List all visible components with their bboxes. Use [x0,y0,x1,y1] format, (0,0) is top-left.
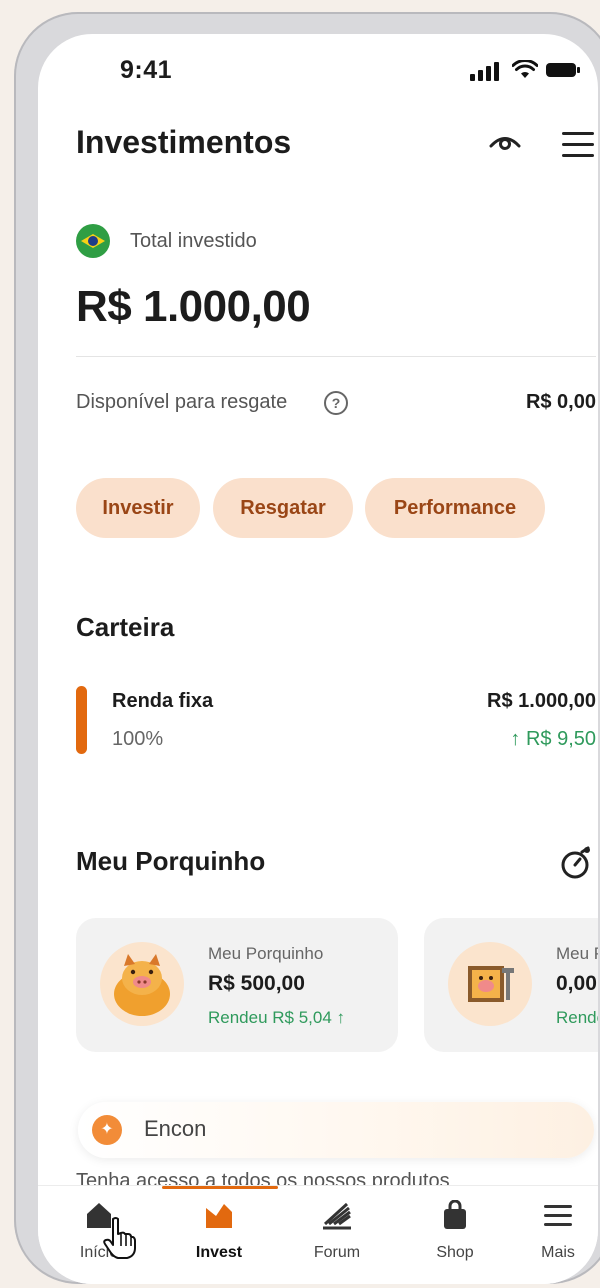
piggy-card-gain: Rende [556,1008,598,1027]
piggy-card-label: Meu Po [556,944,598,963]
app-screen: 9:41 Investimentos Total investido R$ 1.… [38,34,598,1284]
portfolio-title: Carteira [76,612,175,642]
help-icon[interactable]: ? [324,391,348,415]
portfolio-item-value: R$ 1.000,00 [487,690,596,712]
tab-more[interactable]: Mais [528,1200,588,1262]
performance-button[interactable]: Performance [365,478,545,538]
available-value: R$ 0,00 [525,391,596,413]
piggy-frame-icon [468,966,514,1002]
invest-button[interactable]: Investir [76,478,200,538]
brazil-flag-icon [76,224,110,258]
total-invested-label: Total investido [130,230,257,252]
phone-frame: 9:41 Investimentos Total investido R$ 1.… [14,12,600,1284]
assistant-search-bar[interactable]: Encon [78,1102,594,1158]
available-label: Disponível para resgate [76,391,288,413]
forum-icon [321,1200,353,1232]
redeem-button[interactable]: Resgatar [213,478,353,538]
pig-avatar [100,942,184,1026]
portfolio-item-percent: 100% [112,728,164,750]
shop-bag-icon [441,1199,469,1232]
allocation-bar [76,686,87,754]
piggy-avatar [448,942,532,1026]
piggy-card-value: R$ 500,00 [208,972,305,995]
tab-forum[interactable]: Forum [292,1200,382,1262]
tab-label: Forum [313,1244,361,1261]
page-title: Investimentos [76,124,292,160]
search-text: Encon [144,1116,207,1141]
invest-icon [204,1200,234,1232]
menu-icon [542,1200,574,1232]
divider [76,356,596,357]
timer-icon[interactable] [560,846,592,880]
tab-label: Mais [541,1244,575,1261]
signal-icon [470,62,499,81]
piggy-card-label: Meu Porquinho [208,944,324,963]
tab-invest[interactable]: Invest [174,1200,264,1262]
piggy-card[interactable]: Meu Po 0,00 Rende [424,918,598,1052]
battery-icon [546,63,580,77]
piggy-card-value: 0,00 [556,972,597,995]
piggy-title: Meu Porquinho [76,846,266,876]
portfolio-item-gain: ↑ R$ 9,50 [510,728,596,750]
tab-shop[interactable]: Shop [410,1199,500,1262]
eye-icon[interactable] [488,129,522,153]
wifi-icon [512,60,538,78]
pig-icon [114,954,170,1016]
sparkle-icon [92,1115,122,1145]
portfolio-item-name: Renda fixa [112,690,214,712]
active-tab-indicator [162,1186,278,1189]
tab-label: Invest [195,1244,243,1261]
status-bar: 9:41 [38,34,598,104]
piggy-card[interactable]: Meu Porquinho R$ 500,00 Rendeu R$ 5,04 ↑ [76,918,398,1052]
menu-icon[interactable] [562,132,594,165]
hand-cursor-icon [103,1217,136,1259]
status-time: 9:41 [120,56,173,84]
piggy-card-gain: Rendeu R$ 5,04 ↑ [208,1008,346,1027]
total-invested-value: R$ 1.000,00 [76,282,311,331]
tab-label: Shop [436,1244,474,1261]
